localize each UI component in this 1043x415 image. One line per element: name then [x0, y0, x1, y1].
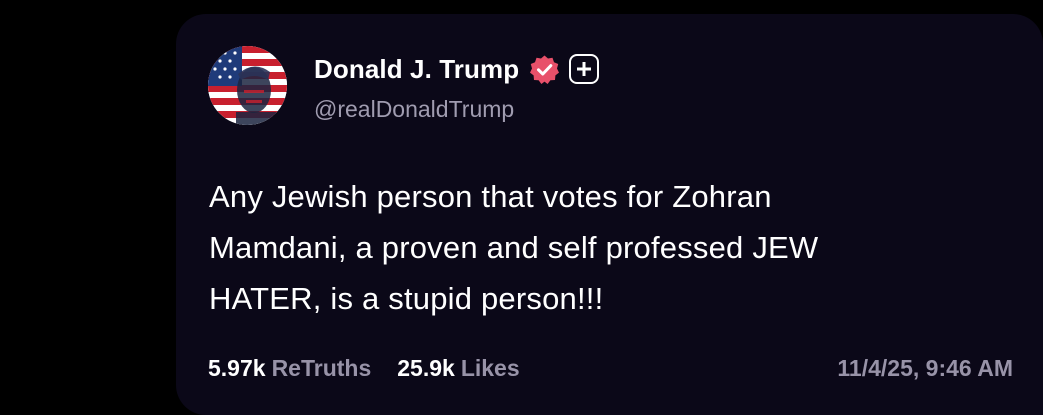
- post-timestamp[interactable]: 11/4/25, 9:46 AM: [837, 355, 1013, 382]
- plus-icon: [577, 62, 592, 76]
- avatar[interactable]: [208, 46, 287, 125]
- retruths-count[interactable]: 5.97k: [208, 355, 266, 382]
- retruths-label[interactable]: ReTruths: [272, 355, 372, 382]
- post-text-line: Mamdani, a proven and self professed JEW: [209, 230, 819, 265]
- post-stats: 5.97k ReTruths 25.9k Likes: [208, 355, 520, 382]
- follow-plus-button[interactable]: [569, 54, 600, 84]
- author-handle[interactable]: @realDonaldTrump: [314, 96, 514, 123]
- author-row: Donald J. Trump: [314, 52, 600, 86]
- post-text-line: Any Jewish person that votes for Zohran: [209, 179, 772, 214]
- post-text-line: HATER, is a stupid person!!!: [209, 281, 604, 316]
- author-display-name[interactable]: Donald J. Trump: [314, 54, 519, 85]
- verified-badge-icon: [529, 54, 560, 85]
- likes-label[interactable]: Likes: [461, 355, 520, 382]
- post-body: Any Jewish person that votes for Zohran …: [209, 171, 969, 324]
- likes-count[interactable]: 25.9k: [397, 355, 455, 382]
- post-card[interactable]: Donald J. Trump @realDonaldTrump Any Jew…: [176, 14, 1043, 415]
